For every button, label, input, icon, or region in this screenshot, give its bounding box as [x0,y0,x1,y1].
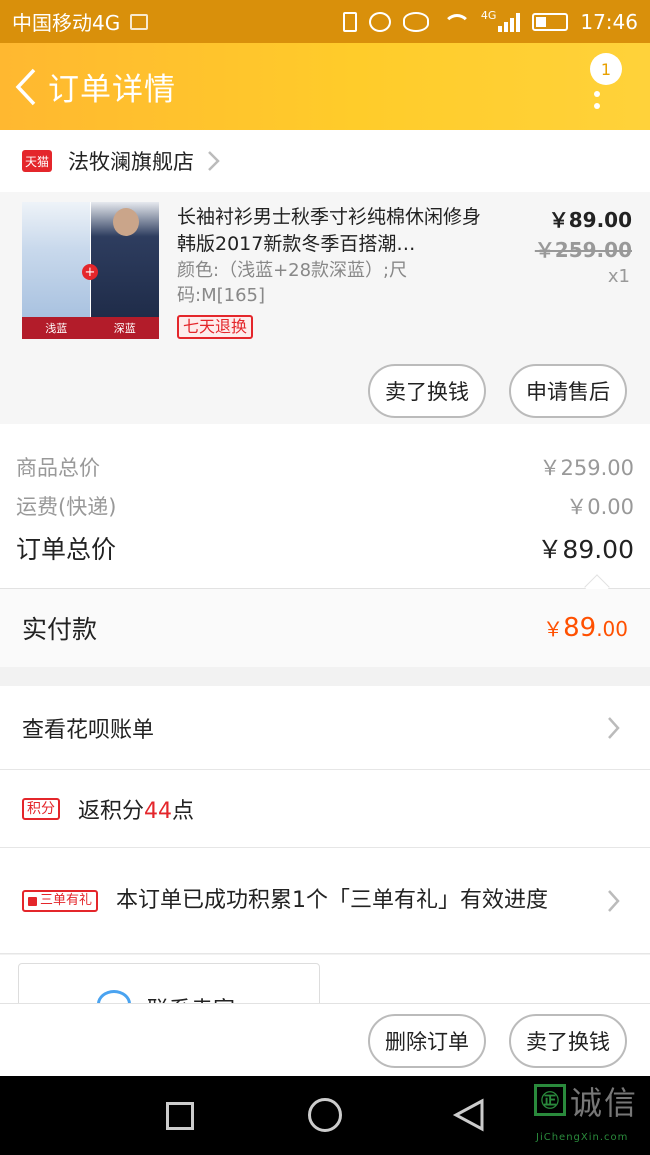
message-badge: 1 [590,53,622,85]
product-item[interactable]: + 浅蓝 深蓝 长袖衬衫男士秋季寸衫纯棉休闲修身韩版2017新款冬季百搭潮… 颜… [0,192,650,424]
points-suffix: 点 [172,798,195,824]
product-spec: 颜色:（浅蓝+28款深蓝）;尺码:M[165] [177,260,408,306]
return-policy-tag: 七天退换 [177,315,254,339]
price-summary: 商品总价 ￥259.00 运费(快递) ￥0.00 订单总价 ￥89.00 [0,424,650,588]
watermark-logo-icon: ㊣ [534,1084,566,1116]
order-total-label: 订单总价 [16,535,117,564]
watermark-subtext: JiChengXin.com [536,1132,629,1143]
chat-icon [97,990,131,1003]
image-label-light: 浅蓝 [45,322,68,335]
three-orders-gift-tag: 三单有礼 [22,889,99,912]
shipping-row: 运费(快递) ￥0.00 [16,491,634,521]
goods-total-value: ￥259.00 [539,456,634,480]
points-tag: 积分 [22,797,60,820]
points-text: 返积分44点 [78,793,194,825]
nav-back-icon[interactable] [452,1098,486,1132]
product-quantity: x1 [607,266,630,287]
nav-recent-icon[interactable] [166,1102,194,1130]
chevron-right-icon [208,151,220,171]
battery-icon [532,12,569,31]
page-title: 订单详情 [48,72,176,108]
shipping-label: 运费(快递) [16,495,117,519]
huabei-bill-row[interactable]: 查看花呗账单 [0,686,650,770]
three-orders-gift-text: 本订单已成功积累1个「三单有礼」有效进度 [116,887,549,913]
shipping-value: ￥0.00 [566,495,634,519]
store-name: 法牧澜旗舰店 [68,150,194,174]
points-row: 积分 返积分44点 [0,770,650,848]
points-value: 44 [144,798,173,824]
sell-for-cash-button[interactable]: 卖了换钱 [368,364,486,418]
product-original-price: ￥259.00 [534,238,632,262]
tmall-icon: 天猫 [22,150,52,172]
three-orders-gift-row[interactable]: 三单有礼 本订单已成功积累1个「三单有礼」有效进度 [0,848,650,954]
eye-icon [402,11,429,32]
three-orders-gift-tag-text: 三单有礼 [40,892,93,908]
clock-text: 17:46 [580,9,638,34]
paid-row: 实付款 ￥89.00 [0,589,650,667]
sell-for-cash-button-bottom[interactable]: 卖了换钱 [509,1014,627,1068]
image-color-labels: 浅蓝 深蓝 [22,317,159,339]
chevron-right-icon [608,889,620,912]
order-total-value: ￥89.00 [537,535,634,564]
carrier-text: 中国移动4G [12,11,121,35]
title-bar: 订单详情 1 [0,43,650,130]
chevron-right-icon [608,716,620,739]
paid-integer: 89 [563,613,597,643]
shirt-light-image [22,202,90,317]
image-notification-icon [130,13,149,30]
shirt-dark-image [91,202,159,317]
paid-currency: ￥ [543,617,564,641]
paid-decimal: .00 [596,617,628,641]
delete-order-button[interactable]: 删除订单 [368,1014,486,1068]
back-arrow-icon[interactable] [4,43,48,130]
goods-total-label: 商品总价 [16,456,100,480]
more-menu-button[interactable]: 1 [582,53,622,119]
contact-seller-button[interactable]: 联系卖家 [18,963,320,1003]
alarm-icon [368,11,391,32]
bottom-action-bar: 删除订单 卖了换钱 [0,1003,650,1076]
vibrate-icon [342,11,357,32]
paid-amount: ￥89.00 [543,613,628,643]
paid-label: 实付款 [22,615,98,644]
after-sale-button[interactable]: 申请售后 [509,364,627,418]
wifi-icon [441,12,471,32]
contact-seller-label: 联系卖家 [147,992,235,1003]
watermark: ㊣ 诚信 JiChengXin.com [532,1076,650,1155]
points-prefix: 返积分 [78,798,145,824]
product-title: 长袖衬衫男士秋季寸衫纯棉休闲修身韩版2017新款冬季百搭潮… [177,206,482,255]
image-label-dark: 深蓝 [113,322,136,335]
plus-icon: + [82,264,98,280]
order-total-row: 订单总价 ￥89.00 [16,530,634,566]
nav-home-icon[interactable] [308,1098,342,1132]
store-row[interactable]: 天猫 法牧澜旗舰店 [0,130,650,192]
bag-icon [28,897,37,906]
network-type: 4G [480,9,497,22]
more-dots-icon [594,91,600,115]
signal-icon [498,12,521,32]
product-image: + 浅蓝 深蓝 [22,202,159,339]
huabei-bill-label: 查看花呗账单 [22,717,155,743]
goods-total-row: 商品总价 ￥259.00 [16,452,634,482]
contact-area: 联系卖家 [0,955,650,1003]
watermark-text: 诚信 [570,1084,639,1122]
status-bar: 中国移动4G 4G 17:46 [0,0,650,43]
product-price: ￥89.00 [548,208,632,232]
